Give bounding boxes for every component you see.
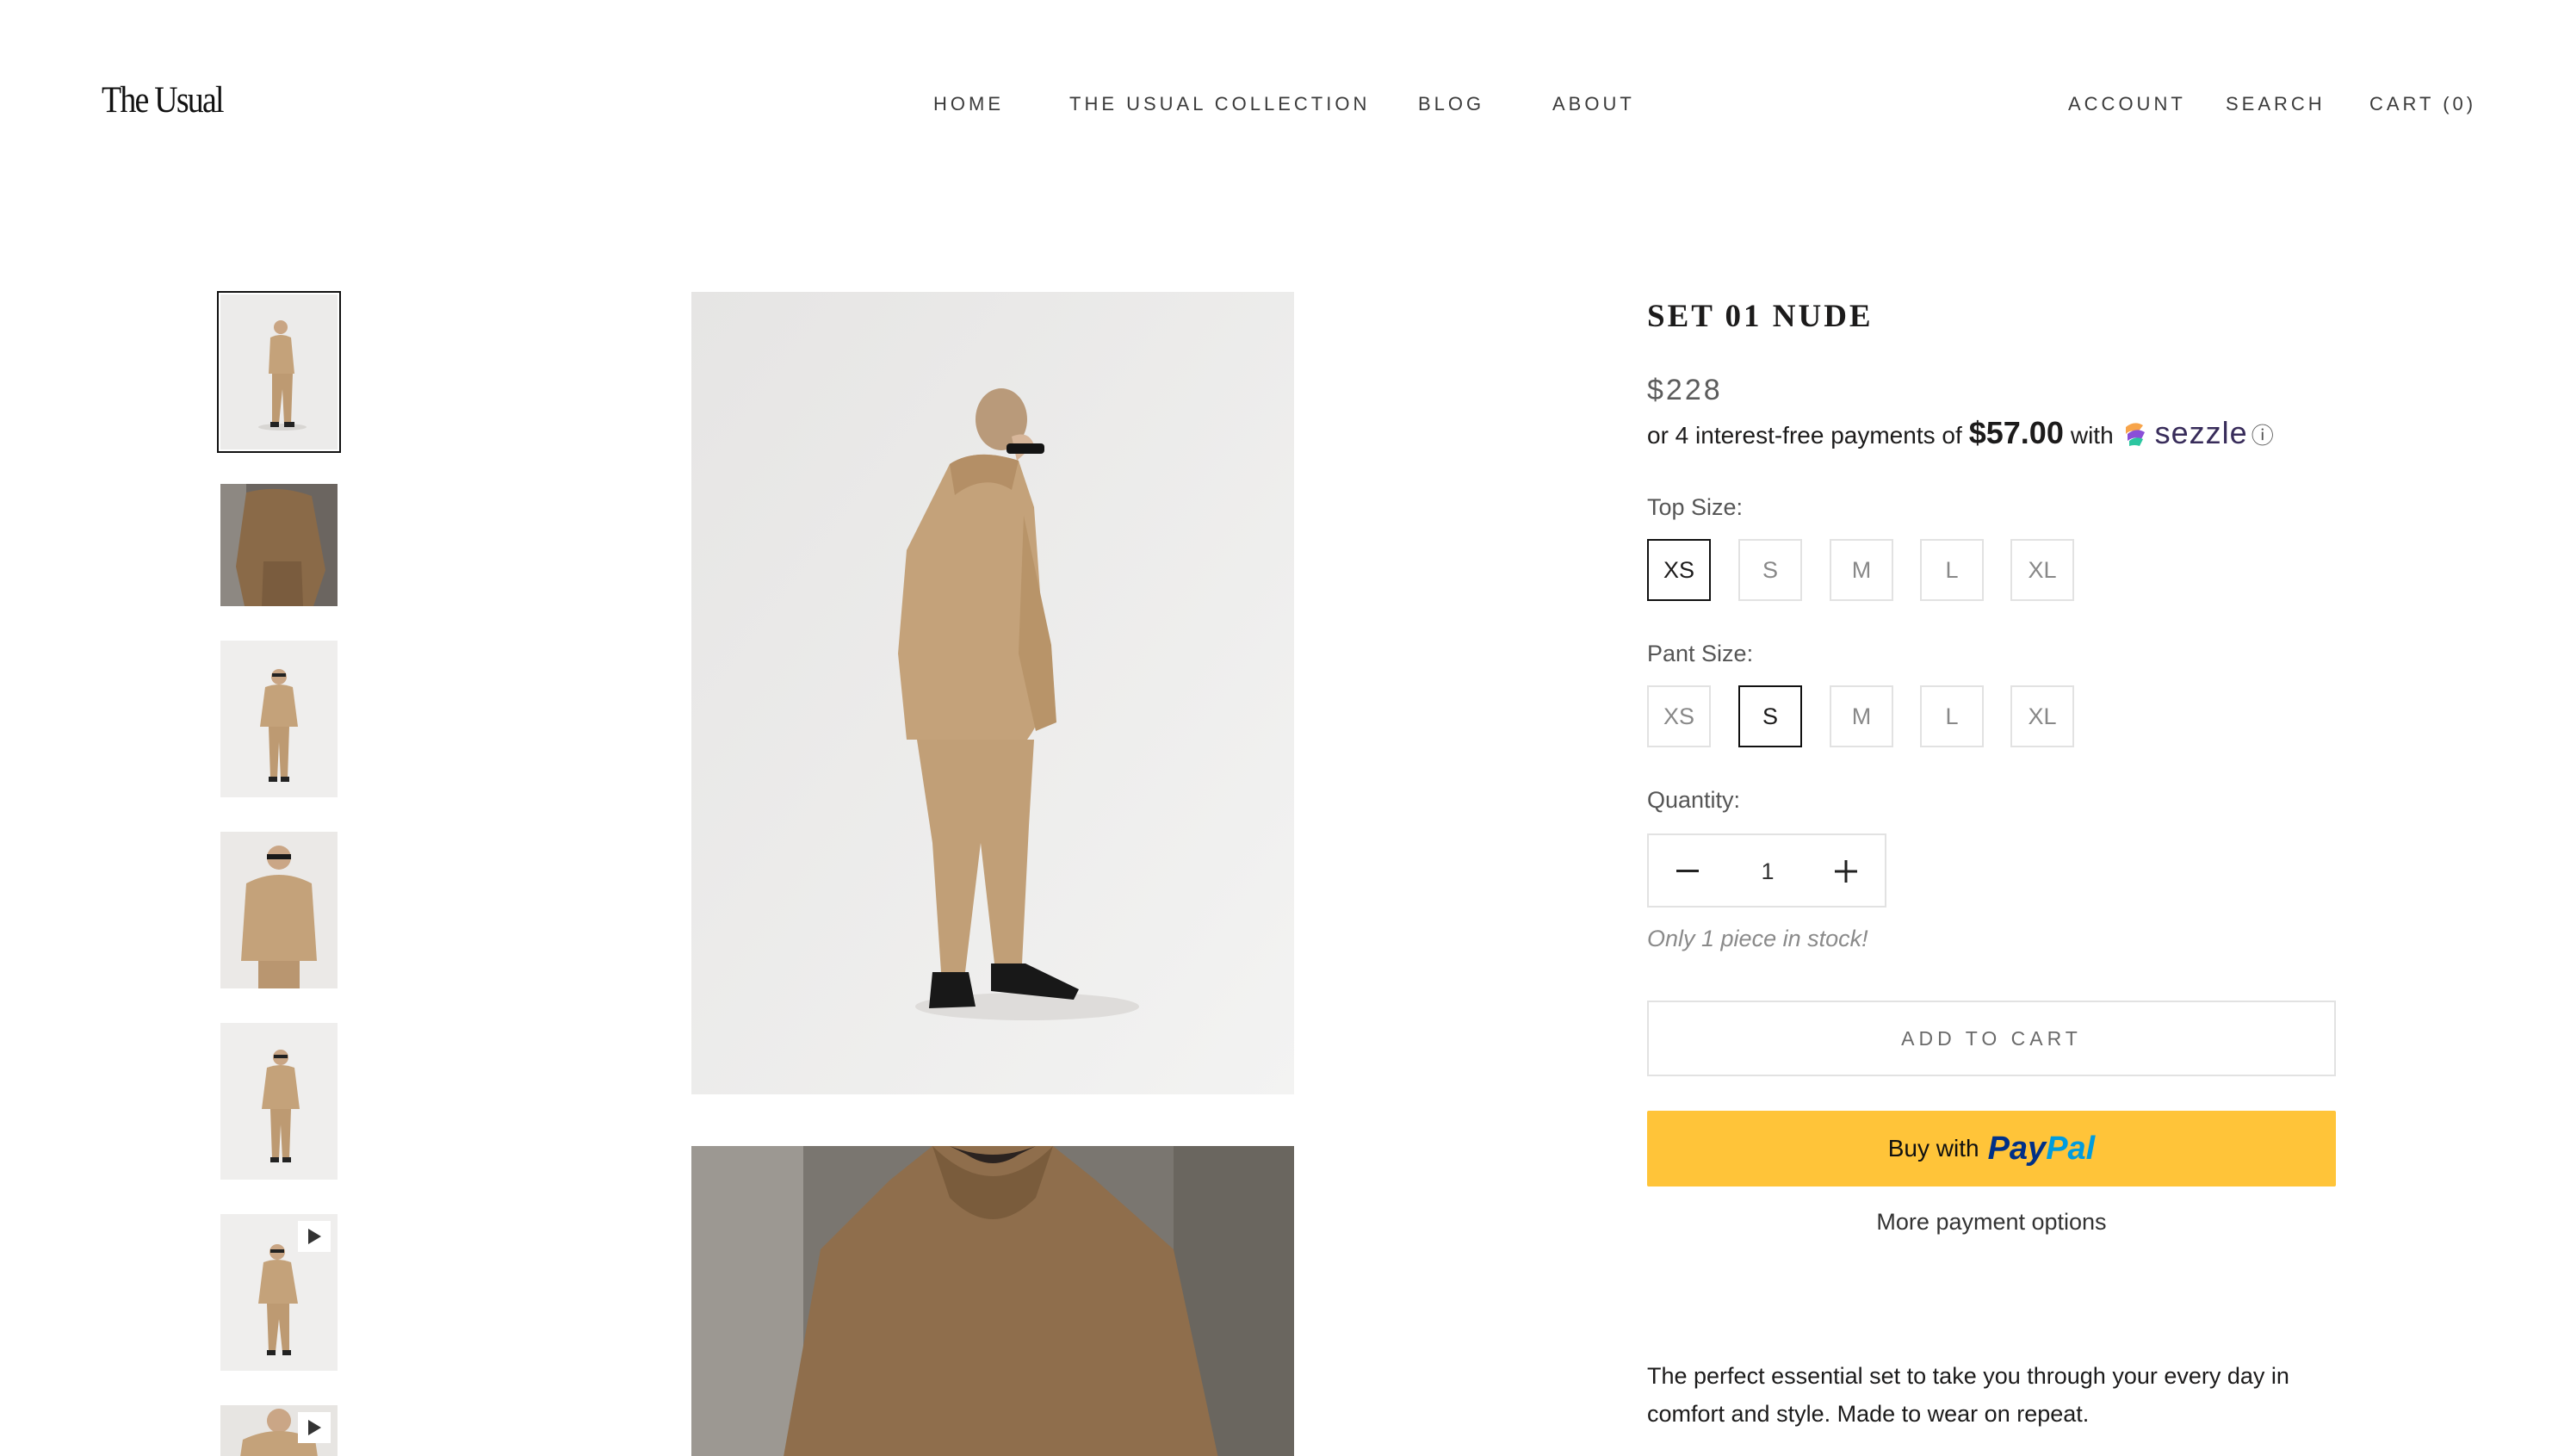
pant-size-l[interactable]: L <box>1920 685 1984 747</box>
thumbnail-4[interactable] <box>220 832 338 988</box>
thumbnail-3[interactable] <box>220 641 338 797</box>
thumbnail-1[interactable] <box>217 291 341 453</box>
paypal-button[interactable]: Buy with PayPal <box>1647 1111 2336 1186</box>
play-icon <box>298 1221 331 1252</box>
stock-note: Only 1 piece in stock! <box>1647 926 1868 951</box>
sezzle-installment: or 4 interest-free payments of $57.00 wi… <box>1647 415 2274 451</box>
product-photo-hoodie-closeup <box>691 1146 1294 1456</box>
account-link[interactable]: ACCOUNT <box>2068 93 2186 115</box>
sezzle-brand[interactable]: sezzle <box>2155 415 2248 451</box>
pant-size-label: Pant Size: <box>1647 641 1754 666</box>
installment-with: with <box>2070 422 2114 449</box>
paypal-logo-icon: PayPal <box>1987 1130 2096 1167</box>
thumbnail-6-video[interactable] <box>220 1214 338 1371</box>
thumbnail-image <box>220 641 338 797</box>
paypal-prefix: Buy with <box>1887 1135 1979 1162</box>
nav-the-usual-collection[interactable]: THE USUAL COLLECTION <box>1069 93 1370 115</box>
plus-icon <box>1835 860 1857 883</box>
top-size-label: Top Size: <box>1647 494 1744 520</box>
product-price: $228 <box>1647 374 1723 406</box>
thumbnail-image <box>220 484 338 606</box>
thumbnail-image <box>220 1023 338 1180</box>
installment-amount: $57.00 <box>1968 415 2064 450</box>
site-logo[interactable]: The Usual <box>102 79 224 121</box>
pant-size-s[interactable]: S <box>1738 685 1802 747</box>
quantity-label: Quantity: <box>1647 787 1741 813</box>
top-size-xs[interactable]: XS <box>1647 539 1711 601</box>
thumbnail-5[interactable] <box>220 1023 338 1180</box>
pant-size-xl[interactable]: XL <box>2010 685 2074 747</box>
top-size-m[interactable]: M <box>1830 539 1893 601</box>
search-link[interactable]: SEARCH <box>2226 93 2326 115</box>
quantity-stepper: 1 <box>1647 833 1886 908</box>
product-photo-full-body <box>691 292 1294 1094</box>
minus-icon <box>1676 870 1699 872</box>
product-title: SET 01 NUDE <box>1647 299 1874 334</box>
quantity-decrease-button[interactable] <box>1649 835 1726 908</box>
info-icon[interactable]: ⓘ <box>2252 418 2274 450</box>
thumbnail-image <box>220 294 338 449</box>
cart-link[interactable]: CART (0) <box>2369 93 2476 115</box>
installment-prefix: or 4 interest-free payments of <box>1647 422 1962 449</box>
pant-size-m[interactable]: M <box>1830 685 1893 747</box>
secondary-product-image[interactable] <box>691 1146 1294 1456</box>
nav-about[interactable]: ABOUT <box>1552 93 1635 115</box>
top-size-s[interactable]: S <box>1738 539 1802 601</box>
nav-blog[interactable]: BLOG <box>1418 93 1484 115</box>
top-size-l[interactable]: L <box>1920 539 1984 601</box>
top-size-xl[interactable]: XL <box>2010 539 2074 601</box>
pant-size-xs[interactable]: XS <box>1647 685 1711 747</box>
play-icon <box>298 1412 331 1443</box>
thumbnail-image <box>220 832 338 988</box>
product-description: The perfect essential set to take you th… <box>1647 1363 2289 1427</box>
main-product-image[interactable] <box>691 292 1294 1094</box>
thumbnail-7-video[interactable] <box>220 1405 338 1456</box>
thumbnail-2[interactable] <box>220 484 338 606</box>
quantity-value[interactable]: 1 <box>1726 835 1809 908</box>
quantity-increase-button[interactable] <box>1807 835 1885 908</box>
sezzle-logo-icon <box>2125 423 2145 446</box>
add-to-cart-button[interactable]: ADD TO CART <box>1647 1001 2336 1076</box>
nav-home[interactable]: HOME <box>933 93 1004 115</box>
more-payment-options-link[interactable]: More payment options <box>1647 1209 2336 1236</box>
